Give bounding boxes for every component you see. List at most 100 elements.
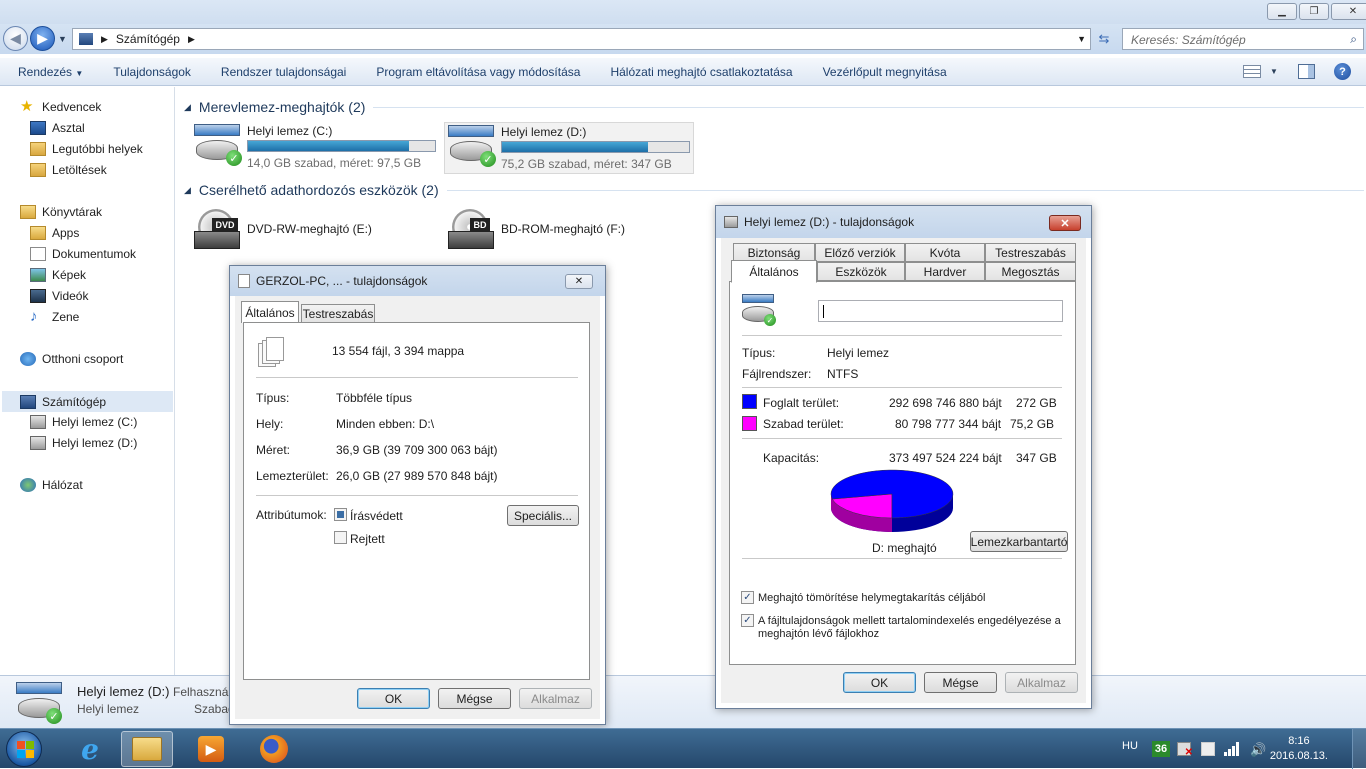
volume-icon[interactable]: 🔊 [1250, 742, 1266, 758]
nav-computer[interactable]: Számítógép [2, 391, 173, 412]
view-options-icon[interactable] [1243, 65, 1261, 78]
free-space-bytes: 80 798 777 344 bájt [895, 417, 1002, 431]
bd-drive-tile[interactable]: BD BD-ROM-meghajtó (F:) [446, 205, 666, 253]
address-bar[interactable]: ▶ Számítógép ▶ ▼ [72, 28, 1091, 50]
collapse-icon[interactable]: ◢ [184, 185, 191, 196]
nav-homegroup[interactable]: Otthoni csoport [20, 349, 123, 369]
minimize-button[interactable]: ▁ [1267, 3, 1297, 20]
details-pane: ✓ Helyi lemez (D:) Helyi lemez Felhaszná… [0, 675, 1366, 728]
start-orb-icon[interactable] [6, 731, 42, 767]
tray-badge-icon[interactable]: 36 [1152, 741, 1170, 757]
refresh-icon[interactable]: ⇆ [1094, 28, 1114, 50]
tab-general[interactable]: Általános [731, 260, 817, 283]
dvd-badge: DVD [212, 218, 238, 231]
tab-previous-versions[interactable]: Előző verziók [815, 243, 905, 262]
cmd-system-properties[interactable]: Rendszer tulajdonságai [206, 65, 361, 79]
advanced-button[interactable]: Speciális... [507, 505, 579, 526]
nav-pictures[interactable]: Képek [30, 265, 86, 285]
internet-explorer-icon[interactable]: e [64, 731, 116, 767]
nav-drive-d[interactable]: Helyi lemez (D:) [30, 433, 137, 453]
cmd-open-control-panel[interactable]: Vezérlőpult megnyitása [808, 65, 962, 79]
nav-network[interactable]: Hálózat [20, 475, 83, 495]
view-dropdown-icon[interactable]: ▼ [1270, 67, 1278, 76]
nav-downloads[interactable]: Letöltések [30, 160, 107, 180]
tab-tools[interactable]: Eszközök [817, 262, 905, 281]
preview-pane-icon[interactable] [1298, 64, 1315, 79]
dialog-title-bar: Helyi lemez (D:) - tulajdonságok ✕ [716, 206, 1091, 238]
multiple-files-icon [258, 337, 286, 369]
media-player-icon[interactable]: ▶ [185, 731, 237, 767]
tab-general[interactable]: Általános [241, 301, 299, 323]
tab-customize[interactable]: Testreszabás [985, 243, 1076, 262]
nav-music[interactable]: ♪ Zene [30, 307, 79, 327]
group-hard-drives[interactable]: ◢ Merevlemez-meghajtók (2) [184, 97, 1364, 117]
nav-computer-label: Számítógép [42, 394, 107, 409]
breadcrumb-arrow-icon[interactable]: ▶ [188, 34, 195, 45]
cmd-properties[interactable]: Tulajdonságok [98, 65, 206, 79]
readonly-checkbox[interactable] [334, 508, 347, 521]
window-controls: ▁ ❐ ✕ [1267, 3, 1366, 20]
drive-c-tile[interactable]: ✓ Helyi lemez (C:) 14,0 GB szabad, méret… [192, 120, 440, 172]
compress-checkbox[interactable]: ✓ [741, 591, 754, 604]
network-signal-icon[interactable] [1224, 741, 1242, 756]
dialog-title: GERZOL-PC, ... - tulajdonságok [256, 274, 428, 288]
ok-button[interactable]: OK [843, 672, 916, 693]
address-dropdown-icon[interactable]: ▼ [1077, 34, 1086, 44]
hard-drive-icon: ✓ [194, 124, 242, 166]
forward-button[interactable]: ▶ [30, 26, 55, 51]
ok-button[interactable]: OK [357, 688, 430, 709]
hidden-checkbox[interactable] [334, 531, 347, 544]
help-icon[interactable]: ? [1334, 63, 1351, 80]
nav-libraries[interactable]: Könyvtárak [20, 202, 102, 222]
maximize-button[interactable]: ❐ [1299, 3, 1329, 20]
tab-quota[interactable]: Kvóta [905, 243, 985, 262]
search-icon[interactable]: ⌕ [1350, 32, 1357, 47]
firefox-icon[interactable] [248, 731, 300, 767]
indexing-label-line1: A fájltulajdonságok mellett tartalominde… [758, 615, 1061, 627]
nav-apps[interactable]: Apps [30, 223, 79, 243]
volume-name-input[interactable] [818, 300, 1063, 322]
close-button[interactable]: ✕ [1331, 3, 1366, 20]
drive-d-usage-bar [501, 141, 690, 153]
cancel-button[interactable]: Mégse [924, 672, 997, 693]
nav-recent-places[interactable]: Legutóbbi helyek [30, 139, 143, 159]
tab-hardware[interactable]: Hardver [905, 262, 985, 281]
cmd-map-network-drive[interactable]: Hálózati meghajtó csatlakoztatása [595, 65, 807, 79]
clock[interactable]: 8:16 2016.08.13. [1270, 734, 1328, 764]
collapse-icon[interactable]: ◢ [184, 102, 191, 113]
navigation-pane: ★ Kedvencek Asztal Legutóbbi helyek Letö… [0, 87, 175, 675]
folder-icon [30, 226, 46, 240]
drive-d-tile[interactable]: ✓ Helyi lemez (D:) 75,2 GB szabad, méret… [444, 122, 694, 174]
show-desktop-button[interactable] [1352, 729, 1366, 769]
apply-button[interactable]: Alkalmaz [1005, 672, 1078, 693]
files-summary: 13 554 fájl, 3 394 mappa [332, 344, 465, 358]
breadcrumb-computer[interactable]: Számítógép [116, 32, 180, 46]
usb-device-icon[interactable] [1201, 742, 1215, 756]
apply-button[interactable]: Alkalmaz [519, 688, 592, 709]
close-button[interactable]: ✕ [1049, 215, 1081, 231]
disk-cleanup-button[interactable]: Lemezkarbantartó [970, 531, 1068, 552]
action-center-icon[interactable]: ✕ [1177, 742, 1193, 758]
group-removable[interactable]: ◢ Cserélhető adathordozós eszközök (2) [184, 180, 1364, 200]
back-button[interactable]: ◀ [3, 26, 28, 51]
explorer-icon[interactable] [121, 731, 173, 767]
nav-drive-c[interactable]: Helyi lemez (C:) [30, 412, 137, 432]
search-input[interactable]: Keresés: Számítógép ⌕ [1122, 28, 1364, 50]
dvd-drive-tile[interactable]: DVD DVD-RW-meghajtó (E:) [192, 205, 412, 253]
nav-desktop[interactable]: Asztal [30, 118, 85, 138]
close-button[interactable]: ✕ [565, 274, 593, 289]
nav-videos[interactable]: Videók [30, 286, 88, 306]
music-icon: ♪ [30, 308, 38, 325]
breadcrumb-arrow-icon[interactable]: ▶ [101, 34, 108, 45]
multi-properties-dialog: GERZOL-PC, ... - tulajdonságok ✕ Általán… [229, 265, 606, 725]
recent-pages-dropdown-icon[interactable]: ▼ [58, 34, 67, 44]
tab-customize[interactable]: Testreszabás [301, 304, 375, 323]
language-indicator[interactable]: HU [1122, 740, 1138, 752]
cmd-organize[interactable]: Rendezés ▼ [0, 65, 98, 79]
nav-favorites[interactable]: ★ Kedvencek [20, 97, 101, 117]
nav-documents[interactable]: Dokumentumok [30, 244, 136, 264]
indexing-checkbox[interactable]: ✓ [741, 614, 754, 627]
tab-sharing[interactable]: Megosztás [985, 262, 1076, 281]
cancel-button[interactable]: Mégse [438, 688, 511, 709]
cmd-uninstall-program[interactable]: Program eltávolítása vagy módosítása [361, 65, 595, 79]
